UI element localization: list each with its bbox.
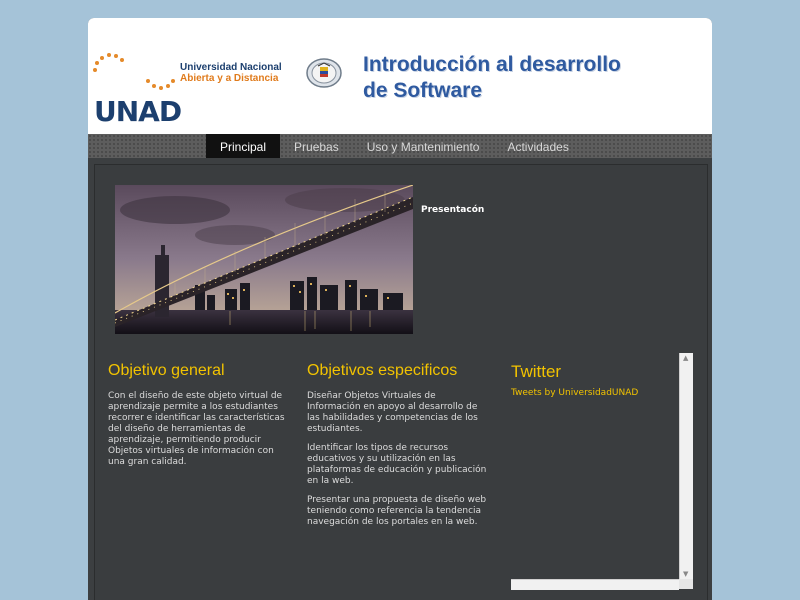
scroll-down-icon[interactable]: ▼ <box>683 570 688 578</box>
objetivo-general-text: Con el diseño de este objeto virtual de … <box>108 391 285 467</box>
university-name: Universidad Nacional Abierta y a Distanc… <box>180 62 282 84</box>
bridge-night-photo <box>115 185 413 334</box>
page-container: UNAD Universidad Nacional Abierta y a Di… <box>88 18 712 600</box>
site-header: UNAD Universidad Nacional Abierta y a Di… <box>88 18 712 134</box>
course-title-line-2: de Software <box>363 79 483 102</box>
tweets-by-link[interactable]: Tweets by UniversidadUNAD <box>511 388 681 398</box>
twitter-vertical-scrollbar[interactable]: ▲ ▼ <box>679 353 693 579</box>
logo-dots-icon <box>93 53 175 90</box>
nav-item-actividades[interactable]: Actividades <box>493 134 582 158</box>
twitter-title: Twitter <box>511 362 562 381</box>
objetivos-especificos-section: Objetivos especificos Diseñar Objetos Vi… <box>307 362 491 528</box>
objetivo-general-title: Objetivo general <box>108 362 225 379</box>
nav-item-principal[interactable]: Principal <box>206 134 281 158</box>
university-line-2: Abierta y a Distancia <box>180 73 279 84</box>
main-content: Presentacón Objetivo general Con el dise… <box>94 164 708 600</box>
objetivos-especificos-title: Objetivos especificos <box>307 362 458 379</box>
logo-text: UNAD <box>94 95 182 128</box>
presentacion-label: Presentacón <box>421 205 485 215</box>
objetivo-especifico-item: Identificar los tipos de recursos educat… <box>307 443 487 486</box>
course-title: Introducción al desarrollo de Software <box>363 52 621 104</box>
university-line-1: Universidad Nacional <box>180 62 282 73</box>
twitter-section: Twitter Tweets by UniversidadUNAD <box>511 362 681 398</box>
scrollbar-corner <box>679 579 693 589</box>
objetivo-especifico-item: Presentar una propuesta de diseño web te… <box>307 495 487 527</box>
main-nav: Principal Pruebas Uso y Mantenimiento Ac… <box>88 134 712 158</box>
objetivo-especifico-item: Diseñar Objetos Virtuales de Información… <box>307 391 478 434</box>
objetivo-general-section: Objetivo general Con el diseño de este o… <box>108 362 292 468</box>
unad-logo[interactable]: UNAD <box>90 52 182 128</box>
course-title-line-1: Introducción al desarrollo <box>363 53 621 76</box>
nav-item-uso-mantenimiento[interactable]: Uso y Mantenimiento <box>353 134 494 158</box>
colombia-seal-icon <box>306 58 342 88</box>
scroll-up-icon[interactable]: ▲ <box>683 354 688 362</box>
twitter-horizontal-scrollbar[interactable] <box>511 579 679 590</box>
nav-item-pruebas[interactable]: Pruebas <box>280 134 353 158</box>
